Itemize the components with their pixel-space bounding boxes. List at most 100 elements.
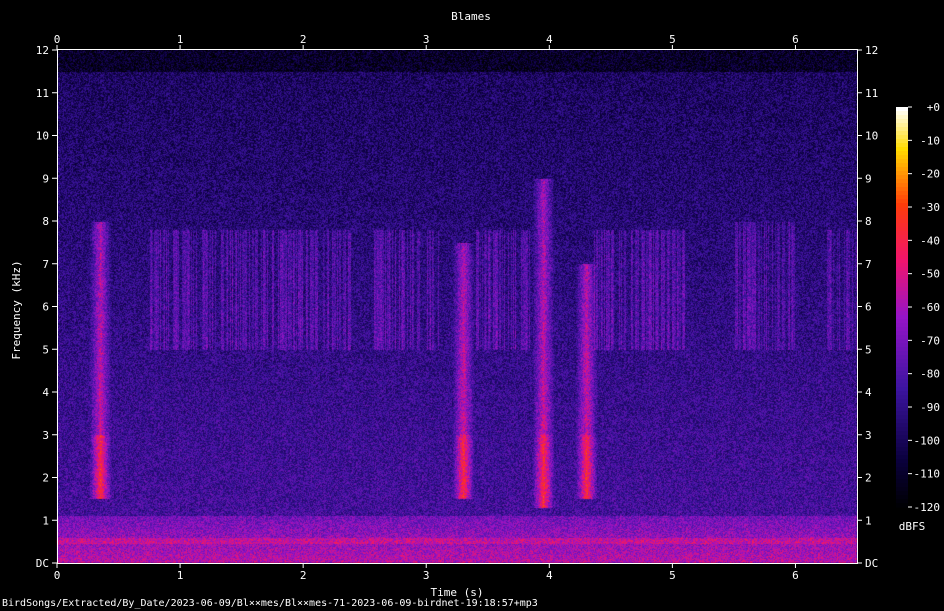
colorbar-swatch — [896, 187, 908, 192]
colorbar-swatch — [896, 139, 908, 144]
colorbar-swatch — [896, 111, 908, 116]
colorbar-swatch — [896, 491, 908, 496]
colorbar-swatch — [896, 419, 908, 424]
x-tick-label: 3 — [423, 569, 430, 582]
colorbar-tick-label: -110 — [914, 468, 941, 481]
colorbar-swatch — [896, 287, 908, 292]
colorbar-swatch — [896, 195, 908, 200]
x-tick-label: 5 — [669, 569, 676, 582]
x-tick-label: 1 — [177, 569, 184, 582]
colorbar-swatch — [896, 267, 908, 272]
colorbar-swatch — [896, 231, 908, 236]
colorbar-swatch — [896, 131, 908, 136]
colorbar-swatch — [896, 403, 908, 408]
colorbar-swatch — [896, 315, 908, 320]
colorbar-swatch — [896, 235, 908, 240]
colorbar-tick-label: -80 — [920, 368, 940, 381]
x-tick-label: 0 — [54, 33, 61, 46]
colorbar-swatch — [896, 355, 908, 360]
chart-title: Blames — [451, 10, 491, 23]
y-tick-label: 4 — [42, 386, 49, 399]
colorbar-swatch — [896, 411, 908, 416]
colorbar-swatch — [896, 275, 908, 280]
y-tick-label: DC — [865, 557, 878, 570]
colorbar-swatch — [896, 183, 908, 188]
colorbar-tick-label: -40 — [920, 234, 940, 247]
colorbar-swatch — [896, 219, 908, 224]
colorbar-swatch — [896, 443, 908, 448]
y-tick-label: 2 — [42, 472, 49, 485]
colorbar-swatch — [896, 115, 908, 120]
colorbar-swatch — [896, 155, 908, 160]
y-tick-label: 11 — [865, 87, 878, 100]
colorbar-swatch — [896, 207, 908, 212]
colorbar-swatch — [896, 483, 908, 488]
colorbar-swatch — [896, 463, 908, 468]
x-tick-label: 3 — [423, 33, 430, 46]
colorbar-swatch — [896, 395, 908, 400]
x-tick-label: 4 — [546, 569, 553, 582]
colorbar-swatch — [896, 223, 908, 228]
colorbar-swatch — [896, 439, 908, 444]
x-tick-label: 6 — [792, 33, 799, 46]
colorbar-swatch — [896, 431, 908, 436]
colorbar-swatch — [896, 303, 908, 308]
colorbar-swatch — [896, 263, 908, 268]
colorbar-swatch — [896, 423, 908, 428]
colorbar-tick-label: -70 — [920, 334, 940, 347]
y-tick-label: 12 — [865, 44, 878, 57]
colorbar-swatch — [896, 331, 908, 336]
y-tick-label: 6 — [42, 301, 49, 314]
colorbar-swatch — [896, 479, 908, 484]
colorbar-swatch — [896, 407, 908, 412]
colorbar-swatch — [896, 427, 908, 432]
colorbar-swatch — [896, 215, 908, 220]
y-tick-label: 1 — [865, 514, 872, 527]
colorbar-swatch — [896, 147, 908, 152]
file-path-footer: BirdSongs/Extracted/By_Date/2023-06-09/B… — [2, 598, 538, 609]
x-tick-label: 6 — [792, 569, 799, 582]
colorbar-swatch — [896, 107, 908, 112]
colorbar-swatch — [896, 291, 908, 296]
y-tick-label: 12 — [36, 44, 49, 57]
colorbar-swatch — [896, 323, 908, 328]
colorbar-swatch — [896, 383, 908, 388]
colorbar-tick-label: +0 — [927, 101, 940, 114]
colorbar-swatch — [896, 327, 908, 332]
y-axis-label: Frequency (kHz) — [10, 260, 23, 359]
colorbar-tick-label: -120 — [914, 501, 941, 514]
colorbar-swatch — [896, 239, 908, 244]
colorbar-swatch — [896, 251, 908, 256]
colorbar-swatch — [896, 175, 908, 180]
colorbar-tick-label: -20 — [920, 168, 940, 181]
y-tick-label: 8 — [42, 215, 49, 228]
colorbar-swatch — [896, 347, 908, 352]
colorbar: +0 -10 -20 -30 -40 -50 -60 -70 -80 -90 -100 -110 -12… — [896, 101, 940, 514]
colorbar-swatch — [896, 475, 908, 480]
colorbar-swatch — [896, 283, 908, 288]
colorbar-swatch — [896, 367, 908, 372]
y-tick-label: 9 — [42, 172, 49, 185]
colorbar-swatch — [896, 227, 908, 232]
x-tick-label: 0 — [54, 569, 61, 582]
y-tick-label: 6 — [865, 301, 872, 314]
colorbar-swatch — [896, 351, 908, 356]
colorbar-swatch — [896, 295, 908, 300]
y-tick-label: 3 — [865, 429, 872, 442]
colorbar-swatch — [896, 299, 908, 304]
colorbar-swatch — [896, 307, 908, 312]
colorbar-swatch — [896, 379, 908, 384]
colorbar-swatch — [896, 247, 908, 252]
colorbar-swatch — [896, 203, 908, 208]
x-tick-label: 5 — [669, 33, 676, 46]
y-tick-label: 8 — [865, 215, 872, 228]
colorbar-swatch — [896, 359, 908, 364]
colorbar-swatch — [896, 415, 908, 420]
colorbar-swatch — [896, 319, 908, 324]
colorbar-swatch — [896, 399, 908, 404]
colorbar-swatch — [896, 167, 908, 172]
colorbar-swatch — [896, 471, 908, 476]
y-tick-label: 9 — [865, 172, 872, 185]
x-tick-label: 2 — [300, 569, 307, 582]
colorbar-swatch — [896, 271, 908, 276]
